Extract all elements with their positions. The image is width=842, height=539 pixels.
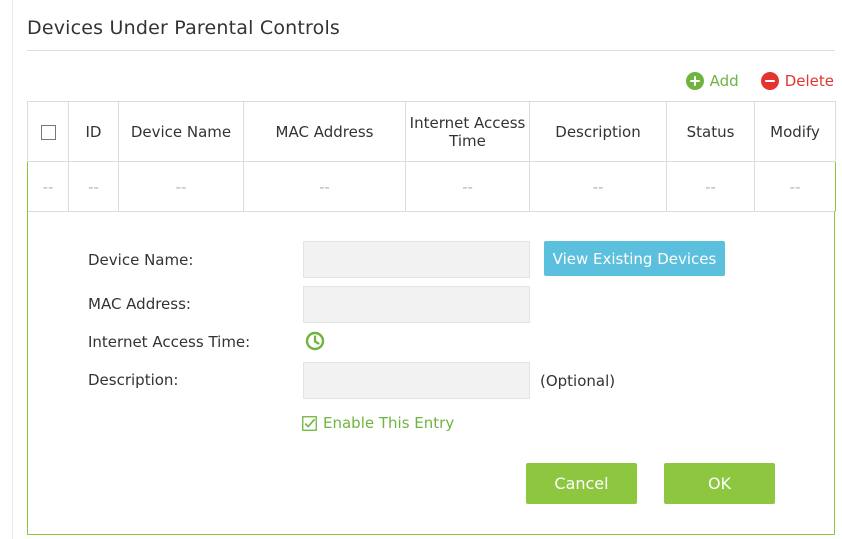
add-button[interactable]: Add [685, 72, 739, 90]
view-existing-devices-button[interactable]: View Existing Devices [544, 241, 725, 276]
device-name-field[interactable] [303, 241, 530, 278]
cell-internet-access-time: -- [405, 161, 530, 212]
section-title: Devices Under Parental Controls [27, 17, 341, 39]
edit-entry-panel: Device Name: View Existing Devices MAC A… [27, 211, 835, 535]
left-divider [12, 0, 13, 539]
header-internet-access-time: Internet Access Time [405, 101, 530, 162]
table-row: -- -- -- -- -- -- -- -- [27, 161, 836, 212]
plus-circle-icon [685, 72, 704, 90]
header-description: Description [529, 101, 667, 162]
enable-entry-label: Enable This Entry [323, 414, 455, 432]
description-field[interactable] [303, 362, 530, 399]
enable-entry-checkbox[interactable]: Enable This Entry [302, 414, 454, 432]
header-id: ID [68, 101, 119, 162]
clock-icon[interactable] [305, 331, 325, 351]
device-name-label: Device Name: [88, 251, 194, 269]
header-device-name: Device Name [118, 101, 244, 162]
ok-button[interactable]: OK [664, 463, 775, 504]
title-divider [27, 50, 835, 51]
cancel-button[interactable]: Cancel [526, 463, 637, 504]
mac-address-field[interactable] [303, 286, 530, 323]
add-label: Add [709, 72, 739, 90]
description-optional-hint: (Optional) [540, 372, 616, 390]
cell-select: -- [27, 161, 69, 212]
delete-button[interactable]: Delete [760, 72, 834, 90]
cell-mac-address: -- [243, 161, 406, 212]
cell-status: -- [666, 161, 755, 212]
delete-label: Delete [784, 72, 834, 90]
cell-device-name: -- [118, 161, 244, 212]
select-all-checkbox[interactable] [40, 124, 56, 140]
devices-table: ID Device Name MAC Address Internet Acce… [27, 101, 836, 212]
minus-circle-icon [760, 72, 779, 90]
select-all-header [27, 101, 69, 162]
table-header-row: ID Device Name MAC Address Internet Acce… [27, 101, 836, 162]
parental-controls-page: Devices Under Parental Controls Add Dele… [0, 0, 842, 539]
mac-address-label: MAC Address: [88, 295, 191, 313]
checkbox-checked-icon [302, 415, 317, 431]
description-label: Description: [88, 371, 179, 389]
header-status: Status [666, 101, 755, 162]
header-modify: Modify [754, 101, 836, 162]
internet-access-time-label: Internet Access Time: [88, 333, 251, 351]
cell-description: -- [529, 161, 667, 212]
cell-id: -- [68, 161, 119, 212]
table-actions: Add Delete [685, 72, 834, 90]
header-mac-address: MAC Address [243, 101, 406, 162]
cell-modify: -- [754, 161, 836, 212]
